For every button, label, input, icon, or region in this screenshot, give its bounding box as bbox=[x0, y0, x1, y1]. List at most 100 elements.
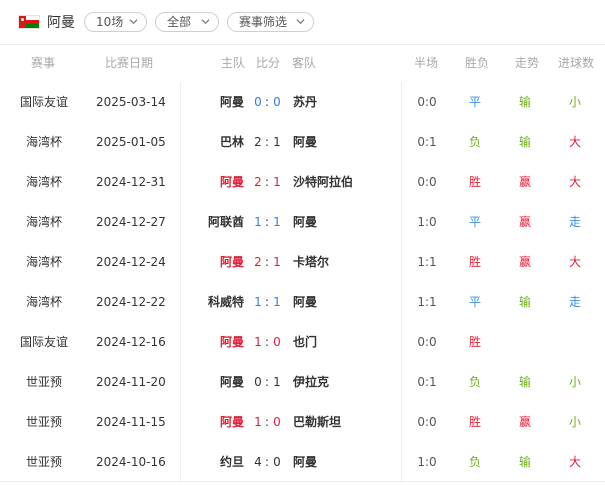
away-goals-cell: 1 bbox=[273, 295, 281, 309]
goals-ou-cell: 走 bbox=[568, 215, 581, 229]
home-team-cell[interactable]: 阿曼 bbox=[180, 242, 244, 282]
competition-cell: 海湾杯 bbox=[25, 255, 62, 269]
col-date: 比赛日期 bbox=[105, 56, 154, 70]
event-filter-dropdown[interactable]: 赛事筛选 bbox=[227, 12, 314, 32]
home-goals-cell: 1 bbox=[254, 335, 262, 349]
away-team-cell[interactable]: 苏丹 bbox=[293, 82, 317, 122]
halftime-cell: 1:0 bbox=[417, 215, 437, 229]
col-ou: 进球数 bbox=[558, 56, 595, 70]
score-separator: : bbox=[264, 375, 270, 389]
table-row[interactable]: 国际友谊 2025-03-14 阿曼 0 : 0 苏丹 0:0 平 输 小 bbox=[0, 82, 605, 122]
match-count-label: 10场 bbox=[96, 15, 124, 29]
col-away: 客队 bbox=[292, 56, 317, 70]
away-goals-cell: 1 bbox=[273, 175, 281, 189]
table-row[interactable]: 世亚预 2024-11-15 阿曼 1 : 0 巴勒斯坦 0:0 胜 赢 小 bbox=[0, 402, 605, 442]
away-team-cell[interactable]: 伊拉克 bbox=[293, 362, 329, 402]
goals-ou-cell: 大 bbox=[568, 135, 581, 149]
date-cell: 2024-12-27 bbox=[96, 215, 166, 229]
home-goals-cell: 0 bbox=[254, 375, 262, 389]
col-competition: 赛事 bbox=[31, 56, 56, 70]
halftime-cell: 0:0 bbox=[417, 175, 437, 189]
competition-cell: 海湾杯 bbox=[25, 295, 62, 309]
oman-flag-icon bbox=[18, 15, 40, 29]
halftime-cell: 0:1 bbox=[417, 135, 437, 149]
home-goals-cell: 0 bbox=[254, 95, 262, 109]
away-goals-cell: 1 bbox=[273, 375, 281, 389]
result-cell: 胜 bbox=[468, 255, 481, 269]
away-team-cell[interactable]: 巴勒斯坦 bbox=[293, 402, 341, 442]
table-row[interactable]: 国际友谊 2024-12-16 阿曼 1 : 0 也门 0:0 胜 bbox=[0, 322, 605, 362]
trend-cell: 输 bbox=[518, 455, 531, 469]
chevron-down-icon bbox=[296, 19, 305, 25]
home-team-cell[interactable]: 阿曼 bbox=[180, 322, 244, 362]
date-cell: 2024-12-16 bbox=[96, 335, 166, 349]
home-goals-cell: 2 bbox=[254, 135, 262, 149]
scope-label: 全部 bbox=[167, 15, 192, 29]
away-team-cell[interactable]: 卡塔尔 bbox=[293, 242, 329, 282]
score-separator: : bbox=[264, 295, 270, 309]
result-cell: 胜 bbox=[468, 335, 481, 349]
table-row[interactable]: 海湾杯 2025-01-05 巴林 2 : 1 阿曼 0:1 负 输 大 bbox=[0, 122, 605, 162]
result-cell: 胜 bbox=[468, 415, 481, 429]
match-count-dropdown[interactable]: 10场 bbox=[84, 12, 147, 32]
score-separator: : bbox=[264, 455, 270, 469]
home-team-cell[interactable]: 科威特 bbox=[180, 282, 244, 322]
away-team-cell[interactable]: 阿曼 bbox=[293, 202, 317, 242]
home-goals-cell: 1 bbox=[254, 295, 262, 309]
halftime-cell: 0:1 bbox=[417, 375, 437, 389]
date-cell: 2024-10-16 bbox=[96, 455, 166, 469]
home-team-cell[interactable]: 阿曼 bbox=[180, 162, 244, 202]
chevron-down-icon bbox=[201, 19, 210, 25]
trend-cell: 输 bbox=[518, 295, 531, 309]
competition-cell: 海湾杯 bbox=[25, 215, 62, 229]
team-header: 阿曼 10场 全部 赛事筛选 bbox=[0, 0, 605, 45]
competition-cell: 世亚预 bbox=[25, 455, 62, 469]
away-team-cell[interactable]: 阿曼 bbox=[293, 442, 317, 482]
away-goals-cell: 0 bbox=[273, 95, 281, 109]
away-team-cell[interactable]: 阿曼 bbox=[293, 282, 317, 322]
result-cell: 平 bbox=[468, 215, 481, 229]
away-team-cell[interactable]: 阿曼 bbox=[293, 122, 317, 162]
table-row[interactable]: 海湾杯 2024-12-27 阿联酋 1 : 1 阿曼 1:0 平 赢 走 bbox=[0, 202, 605, 242]
halftime-cell: 1:0 bbox=[417, 455, 437, 469]
score-separator: : bbox=[264, 175, 270, 189]
trend-cell bbox=[517, 322, 533, 362]
away-team-cell[interactable]: 沙特阿拉伯 bbox=[293, 162, 353, 202]
score-separator: : bbox=[264, 95, 270, 109]
home-team-cell[interactable]: 阿曼 bbox=[180, 82, 244, 122]
home-team-cell[interactable]: 阿联酋 bbox=[180, 202, 244, 242]
goals-ou-cell: 小 bbox=[568, 375, 581, 389]
table-row[interactable]: 海湾杯 2024-12-31 阿曼 2 : 1 沙特阿拉伯 0:0 胜 赢 大 bbox=[0, 162, 605, 202]
result-cell: 负 bbox=[468, 375, 481, 389]
result-cell: 负 bbox=[468, 135, 481, 149]
chevron-down-icon bbox=[129, 19, 138, 25]
date-cell: 2024-12-22 bbox=[96, 295, 166, 309]
competition-cell: 国际友谊 bbox=[19, 335, 68, 349]
competition-cell: 世亚预 bbox=[25, 415, 62, 429]
col-trend: 走势 bbox=[515, 56, 540, 70]
goals-ou-cell: 大 bbox=[568, 455, 581, 469]
date-cell: 2025-03-14 bbox=[96, 95, 166, 109]
trend-cell: 赢 bbox=[518, 255, 531, 269]
home-team-cell[interactable]: 阿曼 bbox=[180, 402, 244, 442]
away-team-cell[interactable]: 也门 bbox=[293, 322, 317, 362]
table-row[interactable]: 世亚预 2024-10-16 约旦 4 : 0 阿曼 1:0 负 输 大 bbox=[0, 442, 605, 482]
result-cell: 平 bbox=[468, 95, 481, 109]
table-row[interactable]: 世亚预 2024-11-20 阿曼 0 : 1 伊拉克 0:1 负 输 小 bbox=[0, 362, 605, 402]
home-goals-cell: 2 bbox=[254, 255, 262, 269]
home-goals-cell: 4 bbox=[254, 455, 262, 469]
away-goals-cell: 0 bbox=[273, 415, 281, 429]
score-separator: : bbox=[264, 135, 270, 149]
goals-ou-cell bbox=[567, 322, 583, 362]
table-row[interactable]: 海湾杯 2024-12-22 科威特 1 : 1 阿曼 1:1 平 输 走 bbox=[0, 282, 605, 322]
table-row[interactable]: 海湾杯 2024-12-24 阿曼 2 : 1 卡塔尔 1:1 胜 赢 大 bbox=[0, 242, 605, 282]
home-team-cell[interactable]: 巴林 bbox=[180, 122, 244, 162]
home-team-cell[interactable]: 阿曼 bbox=[180, 362, 244, 402]
scope-dropdown[interactable]: 全部 bbox=[155, 12, 219, 32]
trend-cell: 输 bbox=[518, 375, 531, 389]
home-team-cell[interactable]: 约旦 bbox=[180, 442, 244, 482]
trend-cell: 赢 bbox=[518, 415, 531, 429]
trend-cell: 赢 bbox=[518, 175, 531, 189]
away-goals-cell: 1 bbox=[273, 215, 281, 229]
competition-cell: 世亚预 bbox=[25, 375, 62, 389]
